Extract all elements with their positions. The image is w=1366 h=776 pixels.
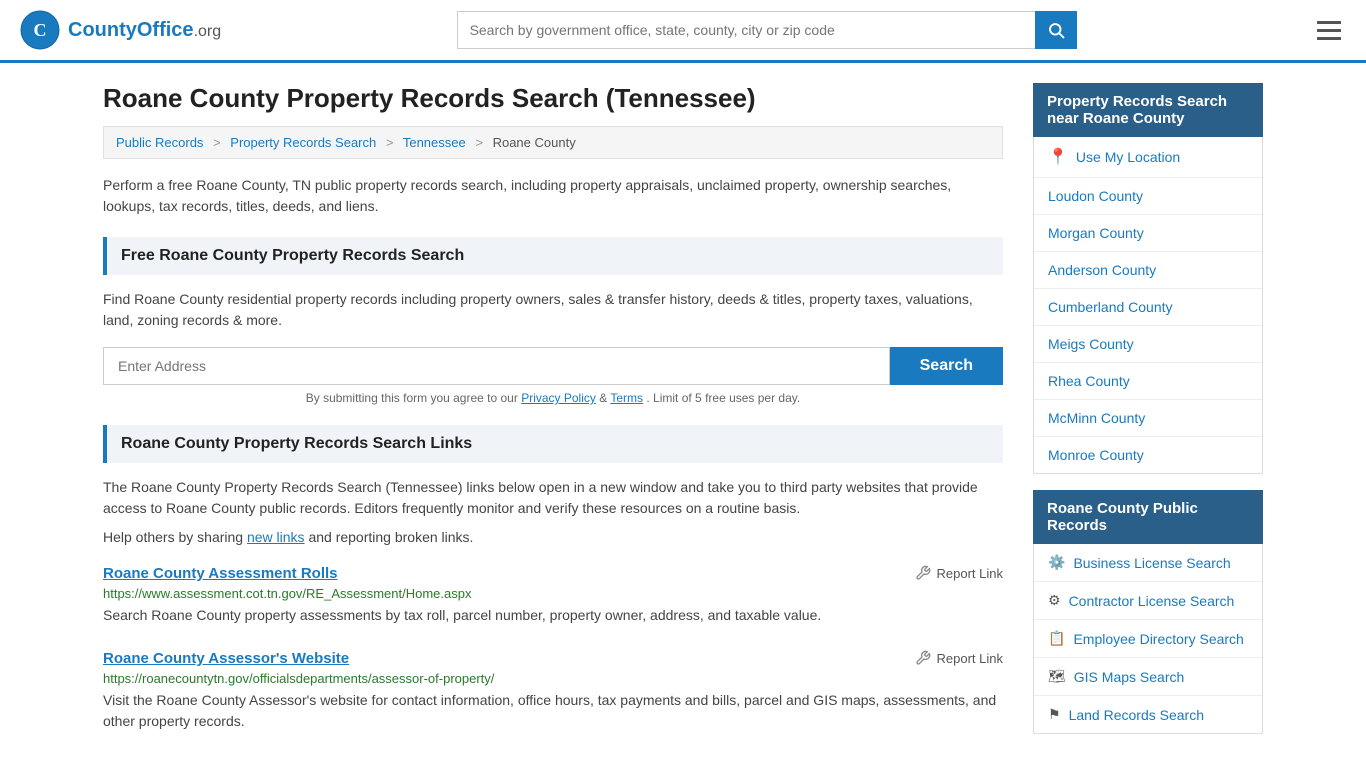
sidebar-item-loudon[interactable]: Loudon County (1034, 178, 1262, 215)
mcminn-county-link[interactable]: McMinn County (1048, 410, 1145, 426)
breadcrumb-sep-2: > (386, 135, 394, 150)
new-links-link[interactable]: new links (247, 529, 305, 545)
sidebar-item-monroe[interactable]: Monroe County (1034, 437, 1262, 473)
sidebar-item-anderson[interactable]: Anderson County (1034, 252, 1262, 289)
sidebar-use-my-location[interactable]: 📍 Use My Location (1034, 137, 1262, 178)
menu-bar-2 (1317, 29, 1341, 32)
menu-bar-3 (1317, 37, 1341, 40)
menu-bar-1 (1317, 21, 1341, 24)
links-section-heading: Roane County Property Records Search Lin… (103, 425, 1003, 463)
header-search-input[interactable] (457, 11, 1035, 49)
links-description: The Roane County Property Records Search… (103, 477, 1003, 519)
sidebar-item-morgan[interactable]: Morgan County (1034, 215, 1262, 252)
breadcrumb: Public Records > Property Records Search… (103, 126, 1003, 159)
loudon-county-link[interactable]: Loudon County (1048, 188, 1143, 204)
gis-maps-search-link[interactable]: GIS Maps Search (1074, 669, 1185, 685)
terms-link[interactable]: Terms (610, 391, 643, 405)
free-search-description: Find Roane County residential property r… (103, 289, 1003, 331)
report-link-button-2[interactable]: Report Link (915, 650, 1003, 666)
link-title-1[interactable]: Roane County Assessment Rolls (103, 565, 338, 582)
hamburger-menu-button[interactable] (1312, 16, 1346, 45)
wrench-icon-2 (915, 650, 931, 666)
sidebar-item-rhea[interactable]: Rhea County (1034, 363, 1262, 400)
search-bar-area (457, 11, 1077, 49)
cumberland-county-link[interactable]: Cumberland County (1048, 299, 1173, 315)
land-icon-records: ⚑ (1048, 706, 1061, 723)
gear-icon-business: ⚙️ (1048, 554, 1065, 571)
contractor-license-search-link[interactable]: Contractor License Search (1069, 593, 1235, 609)
search-button[interactable]: Search (890, 347, 1003, 385)
location-pin-icon: 📍 (1048, 147, 1068, 167)
link-url-2: https://roanecountytn.gov/officialsdepar… (103, 671, 1003, 686)
page-description: Perform a free Roane County, TN public p… (103, 175, 1003, 217)
link-entry-1: Roane County Assessment Rolls Report Lin… (103, 565, 1003, 626)
rhea-county-link[interactable]: Rhea County (1048, 373, 1130, 389)
meigs-county-link[interactable]: Meigs County (1048, 336, 1134, 352)
business-license-search-link[interactable]: Business License Search (1073, 555, 1230, 571)
breadcrumb-sep-3: > (475, 135, 483, 150)
public-records-item-business[interactable]: ⚙️ Business License Search (1034, 544, 1262, 582)
svg-text:C: C (34, 20, 47, 40)
nearby-section-title: Property Records Search near Roane Count… (1033, 83, 1263, 137)
book-icon-employee: 📋 (1048, 630, 1065, 647)
gear-icon-contractor: ⚙ (1048, 592, 1061, 609)
link-entry-2-header: Roane County Assessor's Website Report L… (103, 650, 1003, 667)
public-records-section-title: Roane County Public Records (1033, 490, 1263, 544)
header: C CountyOffice.org (0, 0, 1366, 63)
public-records-list: ⚙️ Business License Search ⚙ Contractor … (1033, 544, 1263, 734)
land-records-search-link[interactable]: Land Records Search (1069, 707, 1204, 723)
page-title: Roane County Property Records Search (Te… (103, 83, 1003, 114)
breadcrumb-public-records[interactable]: Public Records (116, 135, 203, 150)
link-desc-1: Search Roane County property assessments… (103, 605, 1003, 626)
sidebar-item-cumberland[interactable]: Cumberland County (1034, 289, 1262, 326)
public-records-item-contractor[interactable]: ⚙ Contractor License Search (1034, 582, 1262, 620)
monroe-county-link[interactable]: Monroe County (1048, 447, 1144, 463)
link-url-1: https://www.assessment.cot.tn.gov/RE_Ass… (103, 586, 1003, 601)
wrench-icon-1 (915, 565, 931, 581)
employee-directory-search-link[interactable]: Employee Directory Search (1073, 631, 1243, 647)
main-container: Roane County Property Records Search (Te… (83, 63, 1283, 776)
link-entry-2: Roane County Assessor's Website Report L… (103, 650, 1003, 732)
map-icon-gis: 🗺 (1048, 668, 1066, 685)
link-desc-2: Visit the Roane County Assessor's websit… (103, 690, 1003, 732)
privacy-policy-link[interactable]: Privacy Policy (521, 391, 596, 405)
sidebar-item-meigs[interactable]: Meigs County (1034, 326, 1262, 363)
breadcrumb-property-records-search[interactable]: Property Records Search (230, 135, 376, 150)
link-entry-1-header: Roane County Assessment Rolls Report Lin… (103, 565, 1003, 582)
breadcrumb-tennessee[interactable]: Tennessee (403, 135, 466, 150)
breadcrumb-roane-county: Roane County (493, 135, 576, 150)
logo-text: CountyOffice.org (68, 19, 221, 42)
use-my-location-link[interactable]: Use My Location (1076, 149, 1180, 165)
share-links-text: Help others by sharing new links and rep… (103, 529, 1003, 545)
sidebar-item-mcminn[interactable]: McMinn County (1034, 400, 1262, 437)
breadcrumb-sep-1: > (213, 135, 221, 150)
anderson-county-link[interactable]: Anderson County (1048, 262, 1156, 278)
nearby-counties-list: 📍 Use My Location Loudon County Morgan C… (1033, 137, 1263, 474)
logo-icon: C (20, 10, 60, 50)
address-form: Search By submitting this form you agree… (103, 347, 1003, 405)
sidebar: Property Records Search near Roane Count… (1033, 83, 1263, 756)
header-search-button[interactable] (1035, 11, 1077, 49)
public-records-item-land[interactable]: ⚑ Land Records Search (1034, 696, 1262, 733)
morgan-county-link[interactable]: Morgan County (1048, 225, 1144, 241)
public-records-item-employee[interactable]: 📋 Employee Directory Search (1034, 620, 1262, 658)
logo-area: C CountyOffice.org (20, 10, 221, 50)
search-icon (1047, 21, 1065, 39)
public-records-item-gis[interactable]: 🗺 GIS Maps Search (1034, 658, 1262, 696)
link-title-2[interactable]: Roane County Assessor's Website (103, 650, 349, 667)
free-search-heading: Free Roane County Property Records Searc… (103, 237, 1003, 275)
report-link-button-1[interactable]: Report Link (915, 565, 1003, 581)
address-input[interactable] (103, 347, 890, 385)
content-area: Roane County Property Records Search (Te… (103, 83, 1003, 756)
address-form-row: Search (103, 347, 1003, 385)
form-disclaimer: By submitting this form you agree to our… (103, 391, 1003, 405)
